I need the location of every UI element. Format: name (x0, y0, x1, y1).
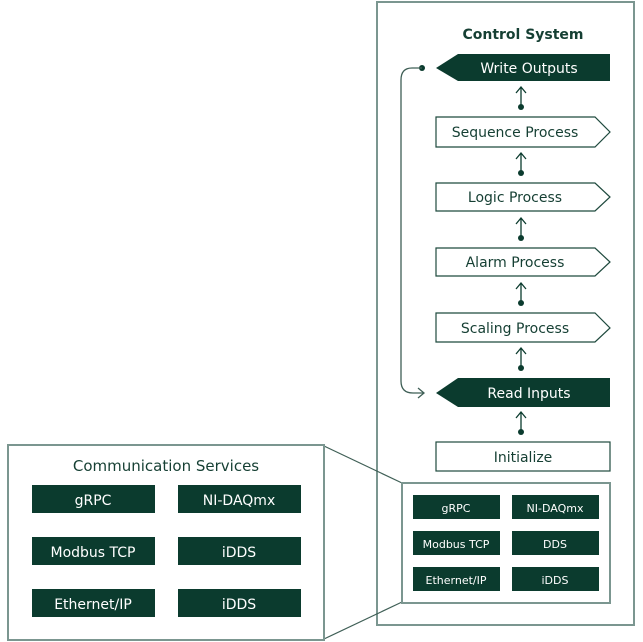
service-chip[interactable]: iDDS (178, 589, 301, 617)
step-label: Write Outputs (480, 61, 577, 77)
svg-text:Modbus TCP: Modbus TCP (423, 538, 490, 551)
svg-text:iDDS: iDDS (222, 545, 256, 561)
svg-text:Ethernet/IP: Ethernet/IP (54, 597, 132, 613)
control-system-title: Control System (462, 27, 583, 43)
step-initialize[interactable]: Initialize (435, 441, 611, 472)
step-label: Logic Process (468, 190, 562, 206)
service-chip[interactable]: NI-DAQmx (178, 485, 301, 513)
svg-text:Modbus TCP: Modbus TCP (51, 545, 136, 561)
step-label: Sequence Process (452, 125, 579, 141)
svg-text:DDS: DDS (543, 538, 567, 551)
step-label: Read Inputs (487, 386, 570, 402)
step-read-inputs[interactable]: Read Inputs (436, 378, 610, 407)
mini-service-chip[interactable]: Ethernet/IP (413, 567, 500, 591)
svg-text:iDDS: iDDS (222, 597, 256, 613)
step-label: Scaling Process (461, 321, 569, 337)
diagram-canvas: Control System Write Outputs Sequence Pr… (7, 1, 635, 641)
svg-text:NI-DAQmx: NI-DAQmx (203, 493, 275, 509)
svg-text:gRPC: gRPC (75, 493, 112, 509)
step-scaling-process[interactable]: Scaling Process (435, 312, 611, 343)
mini-service-chip[interactable]: iDDS (512, 567, 599, 591)
svg-text:iDDS: iDDS (542, 574, 569, 587)
step-label: Alarm Process (466, 255, 565, 271)
service-chip[interactable]: Modbus TCP (32, 537, 155, 565)
service-chip[interactable]: iDDS (178, 537, 301, 565)
svg-text:NI-DAQmx: NI-DAQmx (527, 502, 584, 515)
mini-service-chip[interactable]: NI-DAQmx (512, 495, 599, 519)
service-chip[interactable]: Ethernet/IP (32, 589, 155, 617)
svg-text:Ethernet/IP: Ethernet/IP (426, 574, 487, 587)
svg-text:gRPC: gRPC (442, 502, 471, 515)
step-sequence-process[interactable]: Sequence Process (435, 116, 611, 148)
step-logic-process[interactable]: Logic Process (435, 182, 611, 212)
mini-service-chip[interactable]: Modbus TCP (413, 531, 500, 555)
mini-service-chip[interactable]: DDS (512, 531, 599, 555)
mini-service-chip[interactable]: gRPC (413, 495, 500, 519)
step-alarm-process[interactable]: Alarm Process (435, 247, 611, 277)
communication-services-title: Communication Services (73, 457, 259, 475)
step-label: Initialize (494, 450, 553, 466)
service-chip[interactable]: gRPC (32, 485, 155, 513)
step-write-outputs[interactable]: Write Outputs (436, 54, 610, 81)
mini-services-box: gRPC NI-DAQmx Modbus TCP DDS Ethernet/IP… (401, 482, 611, 604)
communication-services-panel: Communication Services gRPC NI-DAQmx Mod… (7, 444, 325, 641)
